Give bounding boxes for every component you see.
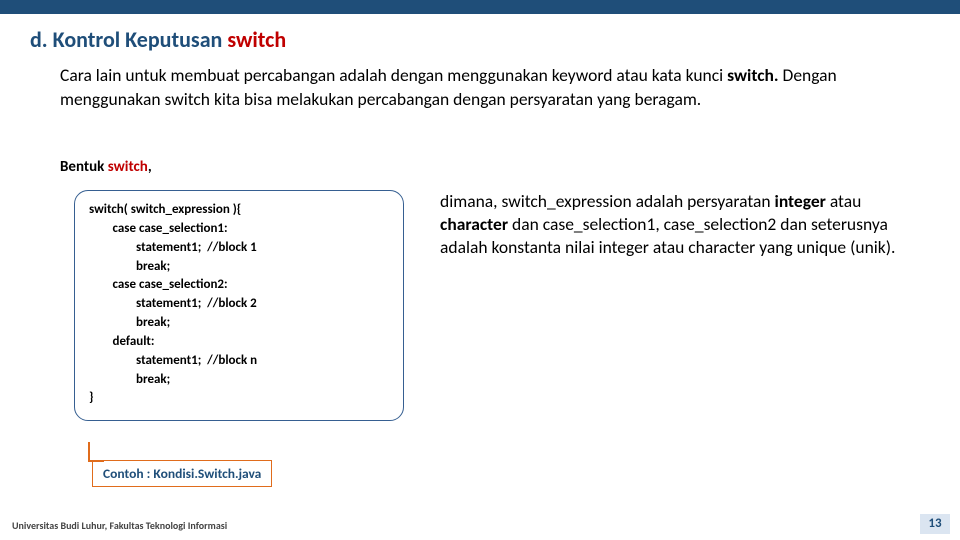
code-l01: switch( switch_expression ){ [89, 202, 241, 217]
code-l07: break; [89, 315, 170, 330]
description-paragraph: dimana, switch_expression adalah persyar… [440, 190, 930, 258]
connector-vertical [88, 442, 90, 460]
slide: d. Kontrol Keputusan switch Cara lain un… [0, 0, 960, 540]
bentuk-comma: , [148, 158, 152, 176]
desc-b1: integer [775, 190, 826, 212]
code-l02: case case_selection1: [89, 221, 228, 236]
heading-marker: d. [30, 26, 48, 53]
bentuk-keyword: switch [108, 158, 148, 176]
footer-text: Universitas Budi Luhur, Fakultas Teknolo… [12, 519, 227, 532]
code-l11: } [89, 390, 93, 405]
code-l09: statement1; //block n [89, 353, 257, 368]
desc-t2: atau [826, 190, 861, 212]
heading-keyword: switch [227, 26, 286, 53]
code-l06: statement1; //block 2 [89, 296, 257, 311]
intro-paragraph: Cara lain untuk membuat percabangan adal… [60, 64, 930, 111]
desc-t1: dimana, switch_expression adalah persyar… [440, 190, 775, 212]
intro-line1: Cara lain untuk membuat percabangan adal… [60, 64, 723, 86]
heading-prefix: Kontrol Keputusan [53, 26, 228, 53]
desc-t3: dan case_selection1, case_selection2 dan… [440, 213, 895, 258]
code-l05: case case_selection2: [89, 277, 228, 292]
connector-horizontal [88, 460, 104, 462]
section-heading: d. Kontrol Keputusan switch [30, 26, 286, 53]
code-l10: break; [89, 372, 170, 387]
desc-b2: character [440, 213, 508, 235]
page-number: 13 [920, 514, 950, 534]
code-l03: statement1; //block 1 [89, 240, 257, 255]
code-box: switch( switch_expression ){ case case_s… [74, 190, 404, 421]
form-label: Bentuk switch, [60, 158, 152, 176]
top-bar [0, 0, 960, 14]
example-box: Contoh : Kondisi.Switch.java [92, 460, 272, 487]
intro-keyword: switch. [727, 64, 778, 86]
code-l04: break; [89, 259, 170, 274]
code-l08: default: [89, 334, 155, 349]
bentuk-label: Bentuk [60, 158, 108, 176]
example-label: Contoh : Kondisi.Switch.java [103, 465, 261, 482]
example-wrapper: Contoh : Kondisi.Switch.java [74, 460, 272, 487]
